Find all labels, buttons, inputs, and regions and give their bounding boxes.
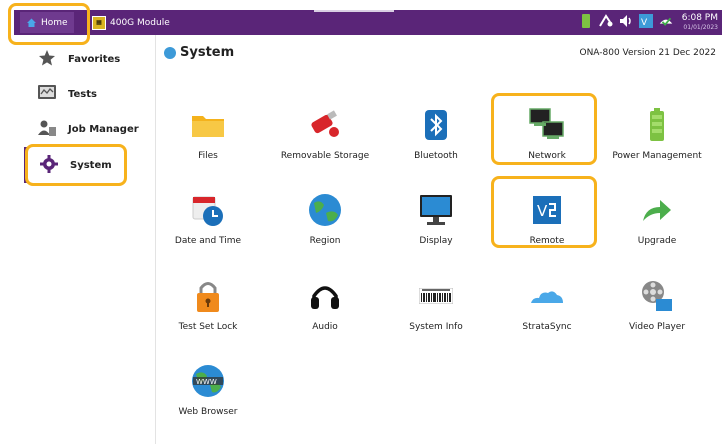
clock-date: 01/01/2023 — [683, 24, 718, 31]
svg-text:V: V — [641, 18, 648, 28]
status-icons: V — [578, 13, 674, 29]
bluetooth-icon — [418, 107, 454, 143]
app-label: Video Player — [628, 322, 686, 332]
app-video-player[interactable]: Video Player — [602, 278, 712, 332]
sidebar-item-system[interactable]: System — [24, 147, 154, 183]
sidebar-item-job-manager[interactable]: Job Manager — [22, 111, 152, 147]
home-icon — [26, 17, 37, 28]
app-stratasync[interactable]: StrataSync — [492, 278, 602, 332]
module-tab[interactable]: ▦ 400G Module — [92, 12, 170, 33]
app-power-management[interactable]: Power Management — [602, 107, 712, 161]
app-label: Date and Time — [174, 236, 242, 246]
version-text: ONA-800 Version 21 Dec 2022 — [579, 48, 716, 58]
app-audio[interactable]: Audio — [270, 278, 380, 332]
connection-icon[interactable] — [598, 13, 614, 29]
www-globe-icon: WWW — [190, 363, 226, 399]
main-panel: System ONA-800 Version 21 Dec 2022 Files… — [156, 35, 722, 444]
sidebar-item-favorites[interactable]: Favorites — [22, 41, 152, 77]
app-date-and-time[interactable]: Date and Time — [153, 192, 263, 246]
barcode-icon — [418, 278, 454, 314]
app-label: Test Set Lock — [178, 322, 238, 332]
app-bluetooth[interactable]: Bluetooth — [381, 107, 491, 161]
app-display[interactable]: Display — [381, 192, 491, 246]
app-label: Region — [309, 236, 341, 246]
film-reel-icon — [639, 278, 675, 314]
app-label: Remote — [529, 236, 565, 246]
clock-time: 6:08 PM — [681, 13, 718, 23]
app-label: Web Browser — [178, 407, 238, 417]
app-remote[interactable]: V Remote — [492, 192, 602, 246]
top-status-bar: Home ▦ 400G Module V 6:08 PM 01/01/2023 — [14, 10, 722, 35]
app-label: Removable Storage — [280, 151, 370, 161]
app-test-set-lock[interactable]: Test Set Lock — [153, 278, 263, 332]
folder-icon — [190, 107, 226, 143]
battery-status-icon — [578, 13, 594, 29]
svg-text:V: V — [537, 202, 548, 220]
app-label: Display — [419, 236, 453, 246]
sidebar: Favorites Tests Job Manager System — [14, 35, 156, 444]
star-icon — [38, 49, 56, 70]
globe-icon — [307, 192, 343, 228]
app-files[interactable]: Files — [153, 107, 263, 161]
tests-icon — [38, 84, 56, 104]
app-label: Audio — [312, 322, 338, 332]
home-tab[interactable]: Home — [20, 12, 74, 33]
sidebar-item-tests[interactable]: Tests — [22, 76, 152, 112]
clock: 6:08 PM 01/01/2023 — [682, 13, 718, 33]
calendar-clock-icon — [190, 192, 226, 228]
app-label: Files — [198, 151, 218, 161]
monitor-icon — [418, 192, 454, 228]
gear-icon — [40, 154, 58, 176]
app-region[interactable]: Region — [270, 192, 380, 246]
app-label: Bluetooth — [414, 151, 458, 161]
app-system-info[interactable]: System Info — [381, 278, 491, 332]
sync-check-icon[interactable] — [658, 13, 674, 29]
vnc-icon: V — [529, 192, 565, 228]
app-label: Upgrade — [637, 236, 677, 246]
app-label: Power Management — [612, 151, 702, 161]
padlock-icon — [190, 278, 226, 314]
cloud-icon — [529, 278, 565, 314]
app-web-browser[interactable]: WWW Web Browser — [153, 363, 263, 417]
page-title: System — [164, 45, 234, 60]
battery-icon — [639, 107, 675, 143]
home-tab-label: Home — [41, 17, 68, 28]
system-gear-icon — [164, 46, 176, 59]
app-label: Network — [528, 151, 566, 161]
sidebar-item-label: System — [70, 159, 112, 171]
module-tab-label: 400G Module — [110, 17, 170, 28]
app-label: System Info — [409, 322, 463, 332]
app-upgrade[interactable]: Upgrade — [602, 192, 712, 246]
app-network[interactable]: Network — [492, 107, 602, 161]
module-icon: ▦ — [92, 15, 106, 30]
network-icon — [529, 107, 565, 143]
sidebar-item-label: Favorites — [68, 53, 121, 65]
vnc-status-icon[interactable]: V — [638, 13, 654, 29]
usb-drive-icon — [307, 107, 343, 143]
headphones-icon — [307, 278, 343, 314]
svg-text:WWW: WWW — [196, 378, 217, 386]
page-title-text: System — [180, 45, 235, 60]
app-removable-storage[interactable]: Removable Storage — [270, 107, 380, 161]
sidebar-item-label: Job Manager — [68, 123, 139, 135]
job-manager-icon — [38, 119, 56, 140]
top-handle — [314, 10, 394, 12]
upgrade-arrow-icon — [639, 192, 675, 228]
app-label: StrataSync — [522, 322, 572, 332]
speaker-icon[interactable] — [618, 13, 634, 29]
sidebar-item-label: Tests — [68, 88, 97, 100]
